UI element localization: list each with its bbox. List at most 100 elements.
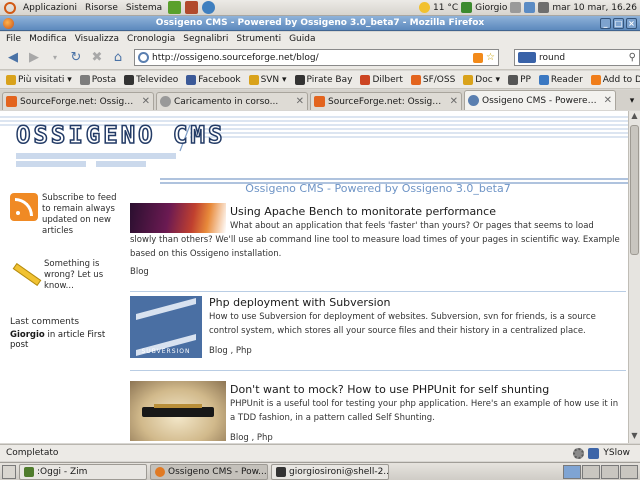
user-name[interactable]: Giorgio: [475, 3, 507, 13]
subscribe-text[interactable]: Subscribe to feed to remain always updat…: [42, 193, 122, 237]
url-bar[interactable]: http://ossigeno.sourceforge.net/blog/ ☆: [134, 49, 499, 66]
show-desktop-icon[interactable]: [2, 464, 16, 479]
url-text[interactable]: http://ossigeno.sourceforge.net/blog/: [152, 53, 470, 63]
gear-icon[interactable]: [573, 447, 585, 459]
site-logo[interactable]: OSSIGENO CMS: [15, 120, 225, 150]
bookmark-item[interactable]: PP: [505, 74, 534, 85]
user-status-icon[interactable]: [461, 2, 473, 13]
weather-sun-icon[interactable]: [419, 2, 430, 13]
globe-icon[interactable]: [202, 1, 216, 14]
forward-arrow-icon[interactable]: ▶: [25, 49, 43, 67]
reload-icon[interactable]: ↻: [67, 49, 85, 67]
yslow-label[interactable]: YSlow: [603, 448, 630, 458]
report-text[interactable]: Something is wrong? Let us know...: [44, 259, 122, 292]
rss-feed-icon[interactable]: [10, 193, 38, 221]
scroll-down-icon[interactable]: ▼: [629, 431, 640, 443]
report-box[interactable]: Something is wrong? Let us know...: [10, 259, 122, 292]
tab-sourceforge-2[interactable]: SourceForge.net: Ossigeno... ✕: [310, 92, 462, 110]
launcher-icon[interactable]: [168, 1, 182, 14]
tab-list-dropdown-icon[interactable]: ▾: [624, 92, 640, 110]
menu-guida[interactable]: Guida: [285, 34, 319, 44]
menu-sistema[interactable]: Sistema: [122, 3, 166, 13]
bookmark-item[interactable]: Televideo: [121, 74, 181, 85]
bookmark-item[interactable]: Più visitati ▾: [3, 74, 75, 85]
shunt-resistor-image[interactable]: [130, 381, 226, 441]
bookmark-item[interactable]: Facebook: [183, 74, 243, 85]
article-tags[interactable]: Blog , Php: [230, 433, 273, 443]
weather-temperature[interactable]: 11 °C: [433, 3, 458, 13]
bookmark-label: SF/OSS: [422, 74, 456, 85]
home-icon[interactable]: ⌂: [109, 49, 127, 67]
bookmark-item[interactable]: Doc ▾: [460, 74, 503, 85]
ubuntu-logo-icon[interactable]: [4, 1, 16, 14]
task-zim[interactable]: :Oggi - Zim: [19, 463, 147, 480]
menu-risorse[interactable]: Risorse: [81, 3, 122, 13]
launcher-icon[interactable]: [185, 1, 199, 14]
task-firefox[interactable]: Ossigeno CMS - Pow...: [150, 463, 268, 480]
feed-icon[interactable]: [473, 52, 484, 63]
maximize-icon[interactable]: □: [613, 18, 624, 29]
bookmark-item[interactable]: Dilbert: [357, 74, 405, 85]
search-icon[interactable]: ⚲: [629, 52, 636, 63]
close-icon[interactable]: ×: [626, 18, 637, 29]
bookmark-item[interactable]: SF/OSS: [408, 74, 458, 85]
search-engine-icon[interactable]: [518, 52, 536, 63]
menu-file[interactable]: File: [2, 34, 25, 44]
close-tab-icon[interactable]: ✕: [604, 95, 612, 106]
site-title[interactable]: Ossigeno CMS - Powered by Ossigeno 3.0_b…: [130, 182, 626, 195]
workspace-1[interactable]: [563, 464, 581, 479]
tab-loading[interactable]: Caricamento in corso... ✕: [156, 92, 308, 110]
menu-cronologia[interactable]: Cronologia: [123, 34, 179, 44]
subscribe-box[interactable]: Subscribe to feed to remain always updat…: [10, 193, 122, 237]
tab-ossigeno-active[interactable]: Ossigeno CMS - Powered b... ✕: [464, 90, 616, 110]
menu-strumenti[interactable]: Strumenti: [232, 34, 285, 44]
mail-icon: [79, 74, 90, 85]
subversion-logo-image[interactable]: SUBVERSION: [130, 296, 202, 358]
bookmark-item[interactable]: Pirate Bay: [292, 74, 356, 85]
bookmark-item[interactable]: SVN ▾: [246, 74, 290, 85]
sourceforge-icon: [6, 96, 17, 107]
menu-segnalibri[interactable]: Segnalibri: [179, 34, 232, 44]
last-comment-item[interactable]: Giorgio in article First post: [10, 330, 122, 350]
stop-icon[interactable]: ✖: [88, 49, 106, 67]
article-title[interactable]: Don't want to mock? How to use PHPUnit f…: [230, 383, 549, 396]
network-icon[interactable]: [510, 2, 522, 13]
minimize-icon[interactable]: _: [600, 18, 611, 29]
article-title[interactable]: Using Apache Bench to monitorate perform…: [230, 205, 496, 218]
tab-sourceforge-1[interactable]: SourceForge.net: Ossigeno... ✕: [2, 92, 154, 110]
close-tab-icon[interactable]: ✕: [450, 96, 458, 107]
close-tab-icon[interactable]: ✕: [296, 96, 304, 107]
bookmark-item[interactable]: Posta: [77, 74, 119, 85]
bookmark-item[interactable]: Add to DZone: [588, 74, 640, 85]
menu-modifica[interactable]: Modifica: [25, 34, 71, 44]
article-title[interactable]: Php deployment with Subversion: [209, 296, 390, 309]
comment-author[interactable]: Giorgio: [10, 330, 45, 340]
scroll-up-icon[interactable]: ▲: [629, 111, 640, 123]
workspace-2[interactable]: [582, 464, 600, 479]
mail-icon[interactable]: [524, 2, 536, 13]
close-tab-icon[interactable]: ✕: [142, 96, 150, 107]
search-bar[interactable]: round ⚲: [514, 49, 640, 66]
tab-label: SourceForge.net: Ossigeno...: [20, 96, 139, 107]
workspace-4[interactable]: [620, 464, 638, 479]
task-terminal[interactable]: giorgiosironi@shell-2...: [271, 463, 389, 480]
menu-applicazioni[interactable]: Applicazioni: [19, 3, 81, 13]
system-tray: 11 °C Giorgio mar 10 mar, 16.26: [419, 2, 640, 13]
workspace-3[interactable]: [601, 464, 619, 479]
search-input[interactable]: round: [539, 53, 626, 63]
back-arrow-icon[interactable]: ◀: [4, 49, 22, 67]
yslow-icon[interactable]: [588, 447, 600, 459]
clock[interactable]: mar 10 mar, 16.26: [552, 3, 637, 13]
vertical-scrollbar[interactable]: ▲ ▼: [628, 111, 640, 443]
page-content: OSSIGENO CMS Ossigeno CMS - Powered by O…: [0, 111, 628, 443]
pencil-icon[interactable]: [10, 259, 42, 289]
window-titlebar[interactable]: Ossigeno CMS - Powered by Ossigeno 3.0_b…: [0, 16, 640, 31]
bookmark-star-icon[interactable]: ☆: [486, 52, 495, 63]
article-tags[interactable]: Blog: [130, 267, 149, 277]
bookmark-item[interactable]: Reader: [536, 74, 586, 85]
history-dropdown-icon[interactable]: ▾: [46, 49, 64, 67]
scrollbar-thumb[interactable]: [630, 125, 639, 255]
menu-visualizza[interactable]: Visualizza: [71, 34, 123, 44]
article-tags[interactable]: Blog , Php: [209, 346, 252, 356]
volume-icon[interactable]: [538, 2, 550, 13]
